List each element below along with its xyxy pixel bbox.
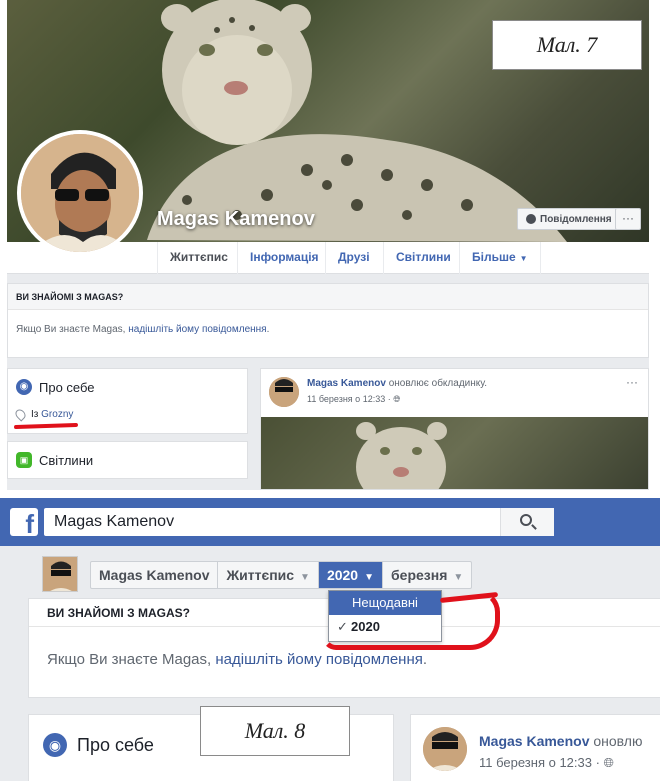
caret-down-icon: ▼ <box>519 254 528 263</box>
tab-timeline[interactable]: Життєпис <box>157 242 240 274</box>
search-button[interactable] <box>500 508 554 536</box>
tab-label: Життєпис <box>170 250 228 264</box>
post-author-link[interactable]: Magas Kamenov <box>307 378 386 389</box>
facebook-logo-icon[interactable]: f <box>10 508 38 536</box>
photos-card[interactable]: ▣ Світлини <box>7 441 248 479</box>
caret-down-icon: ▼ <box>453 572 464 583</box>
tab-photos[interactable]: Світлини <box>383 242 463 274</box>
location-pin-icon <box>13 407 28 422</box>
year-selector[interactable]: 2020 ▼ <box>318 562 384 588</box>
do-you-know-prefix: Якщо Ви знаєте Magas, <box>47 651 212 668</box>
globe-icon: ◉ <box>16 379 32 395</box>
do-you-know-prefix: Якщо Ви знаєте Magas, <box>16 324 126 335</box>
avatar <box>21 134 139 252</box>
intro-title-label: Про себе <box>39 379 95 395</box>
tab-friends[interactable]: Друзі <box>325 242 382 274</box>
post-timestamp: 11 березня о 12:33 · 🌐︎ <box>479 755 614 771</box>
caret-down-icon: ▼ <box>364 572 375 583</box>
intro-card: ◉ Про себе Із Grozny <box>7 368 248 434</box>
figure-label-7: Мал. 7 <box>492 20 642 70</box>
tab-label: Друзі <box>338 250 370 264</box>
top-navigation-bar: f <box>0 498 660 546</box>
post-avatar[interactable] <box>269 377 299 407</box>
tab-label: Більше <box>472 250 516 264</box>
breadcrumb-section-label: Життєпис <box>226 567 295 583</box>
timeline-screenshot-fig8: f Magas Kamenov Життєпис ▼ 2020 ▼ березня ▼… <box>0 498 660 781</box>
send-message-link[interactable]: надішліть йому повідомлення <box>128 324 266 335</box>
red-annotation-underline <box>13 422 79 430</box>
post-card: Magas Kamenov оновлює обкладинку. 11 бер… <box>260 368 649 490</box>
post-header: Magas Kamenov оновлю <box>479 733 642 749</box>
do-you-know-text: Якщо Ви знаєте Magas, надішліть йому пов… <box>47 651 427 668</box>
hometown-prefix: Із <box>31 409 39 420</box>
search-box <box>44 508 554 536</box>
more-options-button[interactable]: ··· <box>615 208 641 230</box>
messenger-icon <box>526 214 536 224</box>
dropdown-item-label: 2020 <box>351 619 380 634</box>
post-card: Magas Kamenov оновлю 11 березня о 12:33 … <box>410 714 660 781</box>
search-icon <box>520 514 532 526</box>
public-globe-icon: 🌐︎ <box>393 394 401 404</box>
post-date-link[interactable]: 11 березня о 12:33 · <box>307 394 391 404</box>
post-author-link[interactable]: Magas Kamenov <box>479 733 589 749</box>
post-action: оновлює обкладинку. <box>388 378 488 389</box>
post-avatar[interactable] <box>423 727 467 771</box>
tab-label: Світлини <box>396 250 451 264</box>
do-you-know-suffix: . <box>266 324 270 335</box>
photos-title-label: Світлини <box>39 452 94 468</box>
year-dropdown-menu: Нещодавні ✓ 2020 <box>328 590 442 642</box>
photos-title: ▣ Світлини <box>16 452 93 468</box>
public-globe-icon: 🌐︎ <box>603 755 614 770</box>
figure-label-8: Мал. 8 <box>200 706 350 756</box>
post-action: оновлю <box>593 733 643 749</box>
post-cover-image[interactable] <box>261 417 648 489</box>
tab-label: Інформація <box>250 250 319 264</box>
message-button-label: Повідомлення <box>540 213 612 225</box>
post-date-link[interactable]: 11 березня о 12:33 · <box>479 755 600 770</box>
year-selector-label: 2020 <box>326 567 359 583</box>
post-header: Magas Kamenov оновлює обкладинку. <box>307 378 487 389</box>
month-selector[interactable]: березня ▼ <box>383 562 471 588</box>
intro-title: ◉ Про себе <box>16 379 95 395</box>
hometown-link[interactable]: Grozny <box>41 409 73 420</box>
globe-icon: ◉ <box>43 733 67 757</box>
message-button[interactable]: Повідомлення <box>517 208 621 230</box>
photo-icon: ▣ <box>16 452 32 468</box>
month-selector-label: березня <box>391 567 448 583</box>
post-timestamp: 11 березня о 12:33 · 🌐︎ <box>307 394 400 405</box>
breadcrumb-name[interactable]: Magas Kamenov <box>91 562 219 588</box>
search-input[interactable] <box>44 508 504 536</box>
do-you-know-suffix: . <box>422 651 428 668</box>
hometown-line: Із Grozny <box>13 407 73 422</box>
profile-screenshot-fig7: Мал. 7 Magas Kamenov Повідомлення ··· Жи… <box>7 0 649 490</box>
tab-about[interactable]: Інформація <box>237 242 331 274</box>
post-menu-button[interactable]: ··· <box>626 375 638 389</box>
caret-down-icon: ▼ <box>300 572 310 583</box>
tab-more[interactable]: Більше ▼ <box>459 242 541 274</box>
dropdown-item-2020[interactable]: ✓ 2020 <box>329 615 441 639</box>
intro-title-label: Про себе <box>77 734 154 755</box>
do-you-know-box: ВИ ЗНАЙОМІ З MAGAS? Якщо Ви знаєте Magas… <box>7 283 649 358</box>
do-you-know-heading: ВИ ЗНАЙОМІ З MAGAS? <box>8 284 648 310</box>
profile-picture[interactable] <box>17 130 143 256</box>
breadcrumb-section[interactable]: Життєпис ▼ <box>218 562 319 588</box>
intro-title: ◉ Про себе <box>43 733 154 757</box>
do-you-know-text: Якщо Ви знаєте Magas, надішліть йому пов… <box>8 310 648 349</box>
dropdown-item-recent[interactable]: Нещодавні <box>329 591 441 615</box>
profile-name[interactable]: Magas Kamenov <box>157 208 315 231</box>
checkmark-icon: ✓ <box>337 619 348 634</box>
breadcrumb: Magas Kamenov Життєпис ▼ 2020 ▼ березня ▼ <box>90 561 473 589</box>
avatar[interactable] <box>42 556 78 592</box>
send-message-link[interactable]: надішліть йому повідомлення <box>215 651 423 668</box>
